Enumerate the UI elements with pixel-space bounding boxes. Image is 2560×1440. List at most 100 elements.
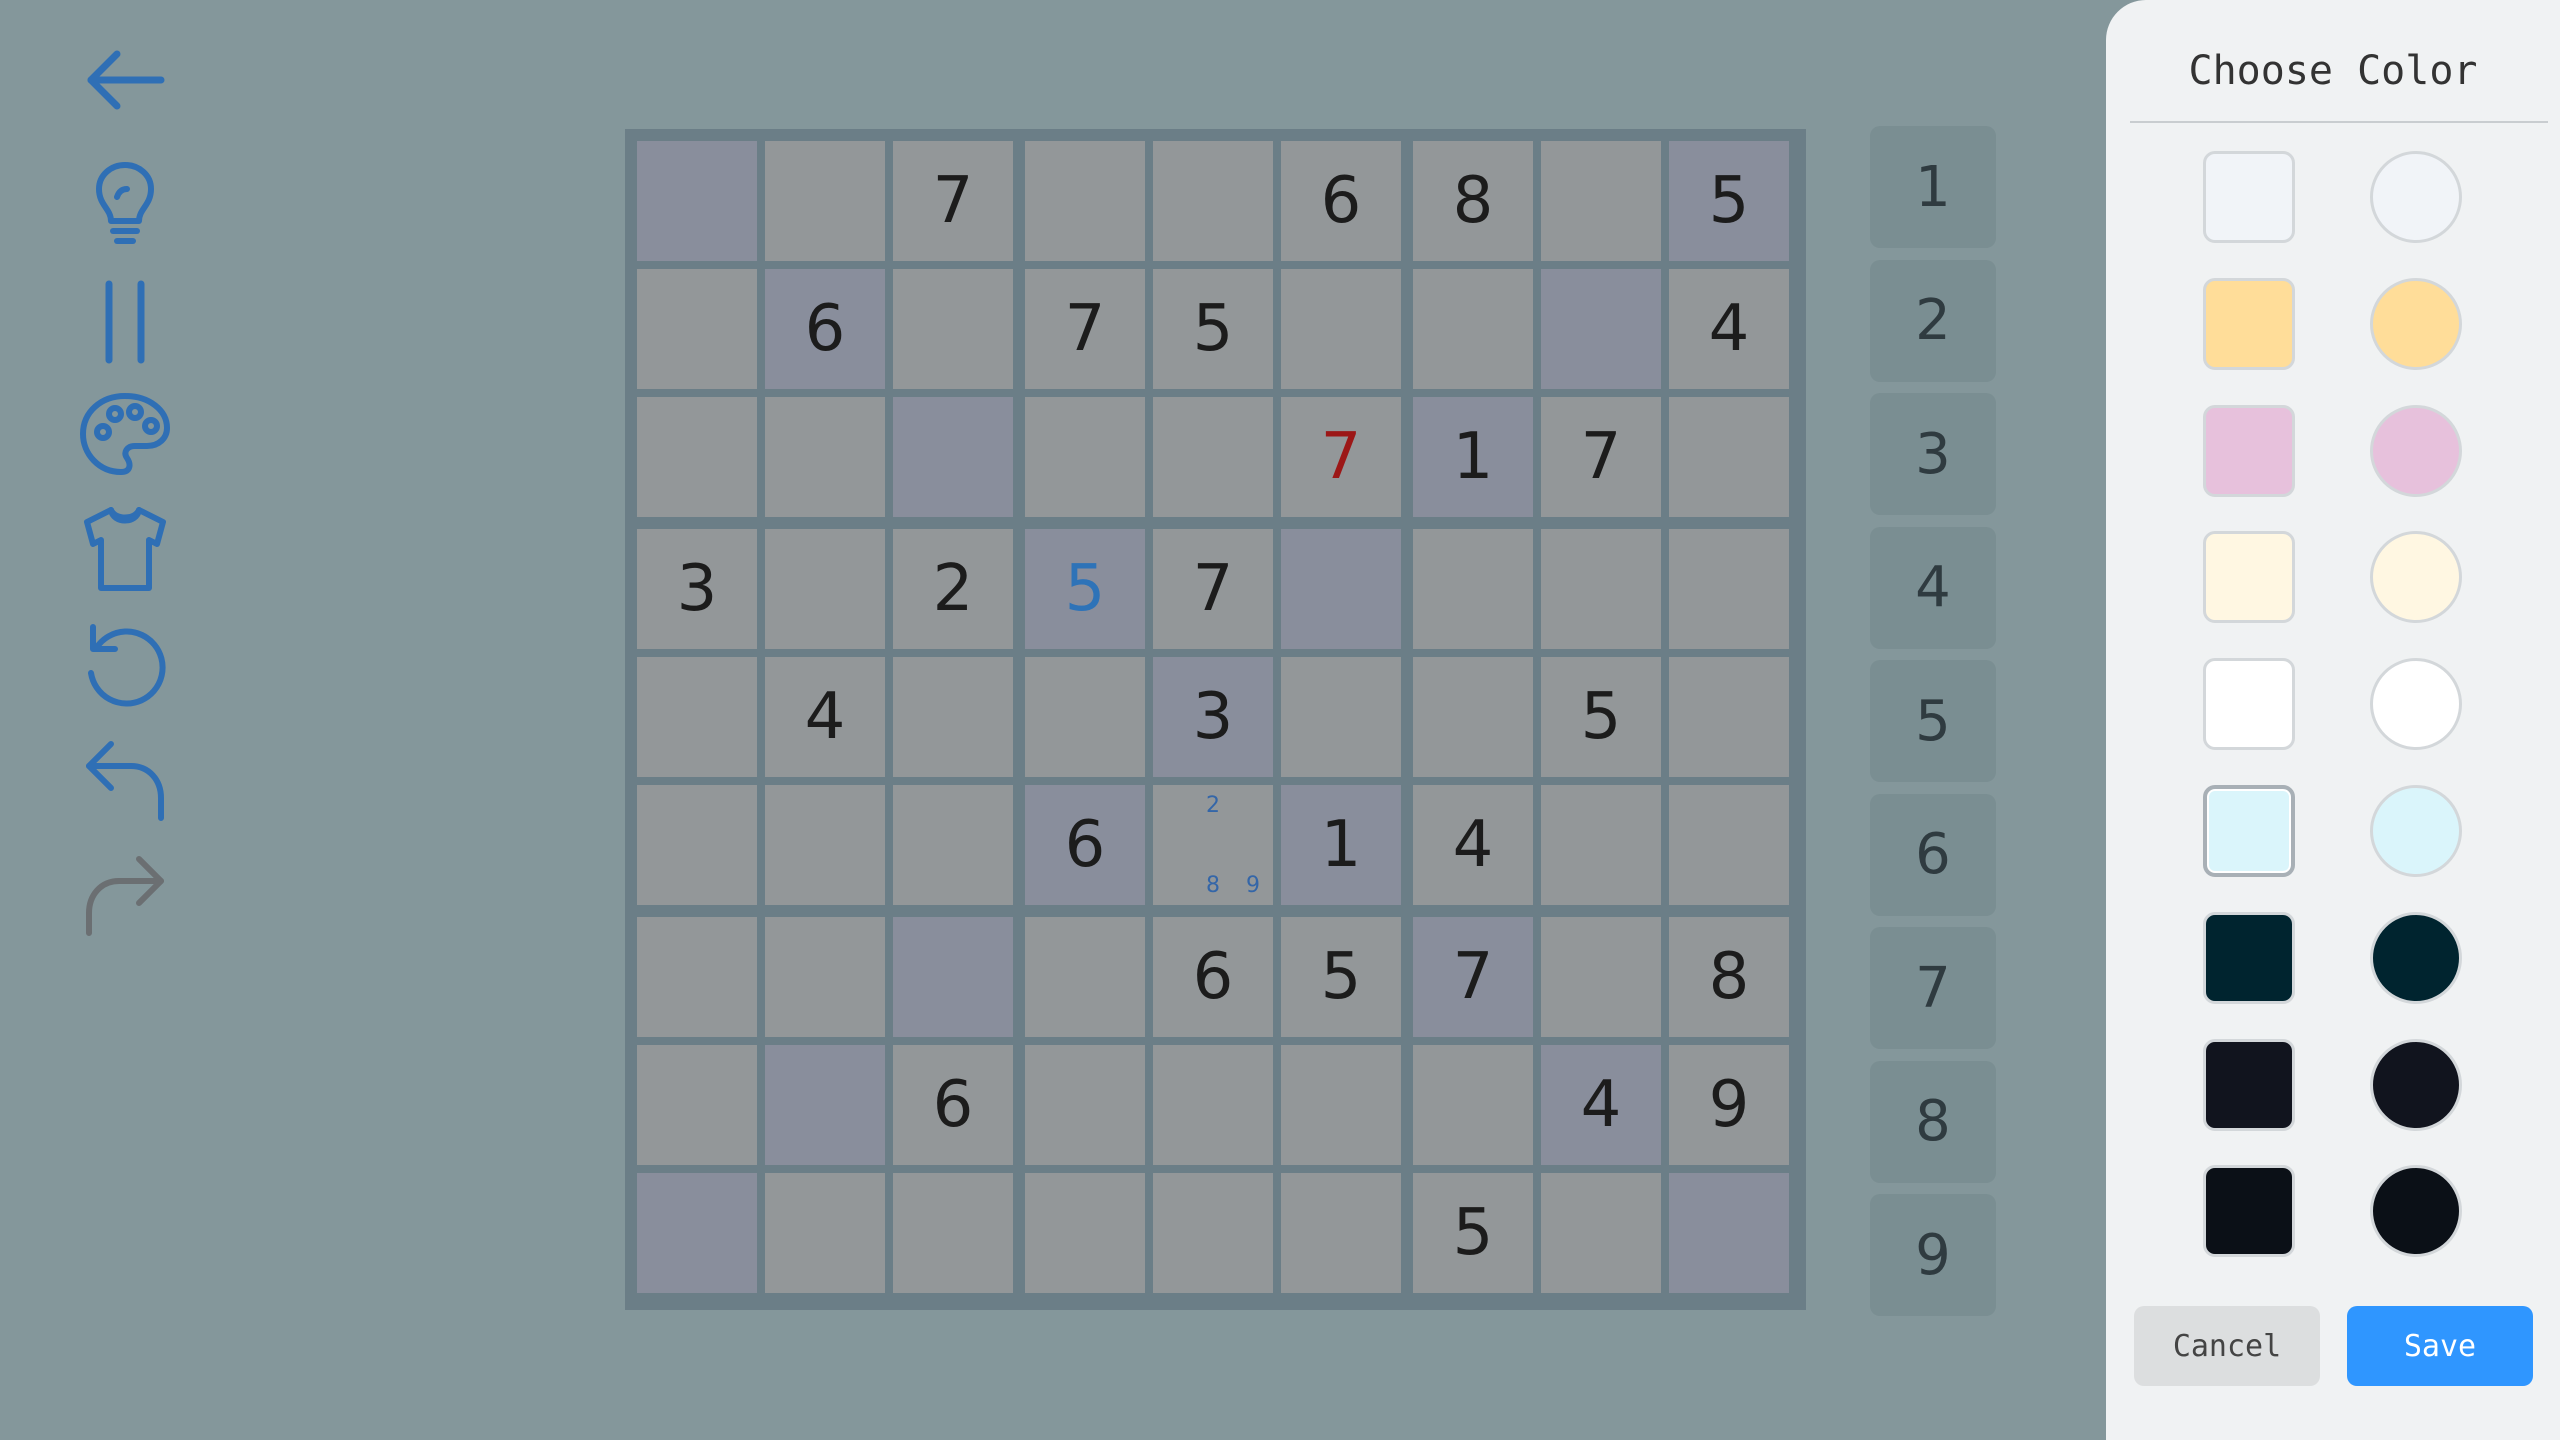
board-cell[interactable] <box>1281 269 1401 389</box>
board-cell[interactable] <box>1669 397 1789 517</box>
board-cell[interactable] <box>637 141 757 261</box>
board-cell[interactable] <box>765 917 885 1037</box>
board-cell[interactable] <box>765 1173 885 1293</box>
board-cell[interactable] <box>637 657 757 777</box>
board-cell[interactable] <box>1281 1173 1401 1293</box>
color-swatch-square[interactable] <box>2203 785 2295 877</box>
color-swatch-circle[interactable] <box>2370 531 2462 624</box>
color-swatch-square[interactable] <box>2203 911 2295 1004</box>
board-cell[interactable] <box>1669 785 1789 905</box>
board-cell[interactable] <box>1541 529 1661 649</box>
board-cell[interactable] <box>1025 1045 1145 1165</box>
board-cell[interactable] <box>1541 917 1661 1037</box>
color-swatch-square[interactable] <box>2203 531 2295 624</box>
color-swatch-square[interactable] <box>2203 151 2295 243</box>
board-cell[interactable] <box>765 1045 885 1165</box>
board-cell[interactable]: 5 <box>1413 1173 1533 1293</box>
color-swatch-circle[interactable] <box>2370 785 2462 877</box>
board-cell[interactable] <box>1153 1173 1273 1293</box>
board-cell[interactable] <box>637 269 757 389</box>
board-cell[interactable]: 6 <box>1281 141 1401 261</box>
number-key[interactable]: 5 <box>1870 660 1996 782</box>
board-cell[interactable]: 5 <box>1669 141 1789 261</box>
board-cell[interactable] <box>1025 141 1145 261</box>
board-cell[interactable]: 6 <box>765 269 885 389</box>
board-cell[interactable]: 2 <box>893 529 1013 649</box>
board-cell[interactable] <box>893 1173 1013 1293</box>
theme-button[interactable] <box>70 500 180 600</box>
color-swatch-circle[interactable] <box>2370 658 2462 751</box>
board-cell[interactable] <box>1025 917 1145 1037</box>
board-cell[interactable]: 4 <box>1413 785 1533 905</box>
board-cell[interactable]: 5 <box>1153 269 1273 389</box>
board-cell[interactable] <box>1541 785 1661 905</box>
board-cell[interactable] <box>1413 529 1533 649</box>
board-cell[interactable]: 3 <box>1153 657 1273 777</box>
board-cell[interactable]: 7 <box>1541 397 1661 517</box>
board-cell[interactable] <box>1541 141 1661 261</box>
board-cell[interactable]: 6 <box>893 1045 1013 1165</box>
save-button[interactable]: Save <box>2347 1306 2533 1386</box>
board-cell[interactable] <box>637 1045 757 1165</box>
pause-button[interactable] <box>70 272 180 372</box>
board-cell[interactable] <box>893 397 1013 517</box>
board-cell[interactable]: 8 <box>1669 917 1789 1037</box>
number-key[interactable]: 8 <box>1870 1060 1996 1183</box>
board-cell[interactable] <box>637 785 757 905</box>
number-key[interactable]: 7 <box>1870 927 1996 1049</box>
cancel-button[interactable]: Cancel <box>2134 1306 2320 1386</box>
color-swatch-square[interactable] <box>2203 277 2295 370</box>
board-cell[interactable] <box>1153 141 1273 261</box>
board-cell[interactable]: 5 <box>1281 917 1401 1037</box>
board-cell[interactable]: 3 <box>637 529 757 649</box>
board-cell[interactable]: 4 <box>1541 1045 1661 1165</box>
board-cell[interactable]: 4 <box>765 657 885 777</box>
board-cell[interactable] <box>637 397 757 517</box>
board-cell[interactable]: 6 <box>1025 785 1145 905</box>
undo-button[interactable] <box>70 730 180 830</box>
color-swatch-circle[interactable] <box>2370 1038 2462 1131</box>
color-swatch-circle[interactable] <box>2370 911 2462 1004</box>
board-cell[interactable] <box>1281 1045 1401 1165</box>
board-cell[interactable] <box>893 917 1013 1037</box>
color-swatch-square[interactable] <box>2203 1038 2295 1131</box>
board-cell[interactable] <box>1153 1045 1273 1165</box>
board-cell[interactable] <box>765 397 885 517</box>
board-cell[interactable] <box>1413 269 1533 389</box>
number-key[interactable]: 2 <box>1870 259 1996 382</box>
color-swatch-circle[interactable] <box>2370 277 2462 370</box>
board-cell[interactable] <box>637 917 757 1037</box>
board-cell[interactable] <box>1025 657 1145 777</box>
board-cell[interactable] <box>1669 1173 1789 1293</box>
board-cell[interactable]: 5 <box>1541 657 1661 777</box>
number-key[interactable]: 1 <box>1870 126 1996 248</box>
board-cell[interactable]: 6 <box>1153 917 1273 1037</box>
color-swatch-circle[interactable] <box>2370 1165 2462 1258</box>
board-cell[interactable] <box>637 1173 757 1293</box>
board-cell[interactable]: 7 <box>1025 269 1145 389</box>
board-cell[interactable]: 8 <box>1413 141 1533 261</box>
board-cell[interactable] <box>1413 1045 1533 1165</box>
board-cell[interactable]: 7 <box>893 141 1013 261</box>
restart-button[interactable] <box>70 615 180 715</box>
number-key[interactable]: 3 <box>1870 393 1996 515</box>
board-cell[interactable] <box>1153 397 1273 517</box>
board-cell[interactable] <box>1669 529 1789 649</box>
board-cell[interactable]: 7 <box>1281 397 1401 517</box>
board-cell[interactable] <box>765 785 885 905</box>
board-cell[interactable]: 2 8 9 <box>1153 785 1273 905</box>
board-cell[interactable] <box>765 529 885 649</box>
board-cell[interactable]: 4 <box>1669 269 1789 389</box>
number-key[interactable]: 4 <box>1870 526 1996 649</box>
board-cell[interactable]: 9 <box>1669 1045 1789 1165</box>
board-cell[interactable]: 7 <box>1153 529 1273 649</box>
board-cell[interactable] <box>1281 657 1401 777</box>
number-key[interactable]: 9 <box>1870 1194 1996 1316</box>
board-cell[interactable]: 1 <box>1413 397 1533 517</box>
color-swatch-square[interactable] <box>2203 1165 2295 1258</box>
board-cell[interactable] <box>765 141 885 261</box>
back-button[interactable] <box>70 40 180 140</box>
color-swatch-circle[interactable] <box>2370 404 2462 497</box>
board-cell[interactable] <box>893 269 1013 389</box>
board-cell[interactable] <box>893 657 1013 777</box>
